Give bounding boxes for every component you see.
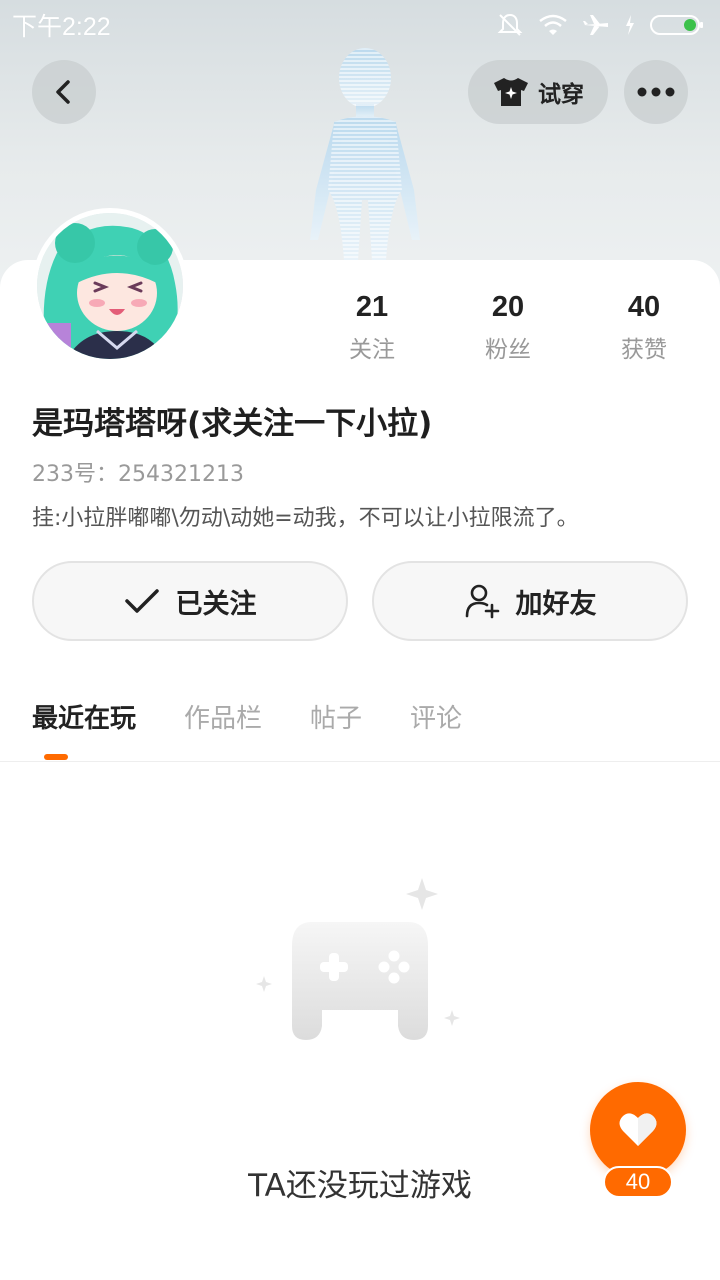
tshirt-sparkle-icon — [494, 78, 528, 106]
checkmark-icon — [124, 589, 159, 613]
profile-nickname: 是玛塔塔呀(求关注一下小拉) — [32, 406, 433, 442]
mute-icon — [497, 13, 523, 36]
avatar-image — [37, 213, 183, 359]
stat-likes-label: 获赞 — [621, 337, 667, 363]
heart-icon — [619, 1113, 657, 1146]
back-button[interactable] — [32, 60, 96, 124]
status-bar: 下午2:22 — [0, 0, 720, 50]
like-button[interactable] — [590, 1082, 686, 1178]
tabs-divider — [0, 761, 720, 762]
followed-label: 已关注 — [175, 588, 257, 620]
profile-tabs: 最近在玩 作品栏 帖子 评论 — [32, 698, 462, 755]
avatar[interactable] — [32, 208, 188, 364]
stat-likes[interactable]: 40 获赞 — [576, 290, 712, 364]
chevron-left-icon — [56, 80, 70, 104]
stat-following[interactable]: 21 关注 — [304, 290, 440, 364]
profile-stats: 21 关注 20 粉丝 40 获赞 — [304, 290, 712, 364]
try-on-button[interactable]: 试穿 — [468, 60, 608, 124]
charging-icon — [626, 15, 634, 35]
tab-comments[interactable]: 评论 — [410, 698, 462, 755]
stat-fans[interactable]: 20 粉丝 — [440, 290, 576, 364]
add-friend-button[interactable]: 加好友 — [372, 561, 688, 641]
profile-page: 下午2:22 试穿 21 关注 20 粉丝 40 获赞 是玛塔塔呀(求关注一下小… — [0, 0, 720, 1280]
tab-posts[interactable]: 帖子 — [310, 698, 362, 755]
status-icons — [496, 12, 704, 38]
avatar-3d-figure — [310, 48, 420, 260]
tab-recently-played[interactable]: 最近在玩 — [32, 698, 136, 755]
airplane-icon — [583, 15, 608, 35]
tab-works[interactable]: 作品栏 — [184, 698, 262, 755]
active-tab-indicator — [44, 754, 68, 760]
add-friend-label: 加好友 — [515, 588, 597, 620]
add-user-icon — [465, 584, 499, 619]
like-count-badge: 40 — [603, 1166, 673, 1198]
profile-bio: 挂:小拉胖嘟嘟\勿动\动她=动我，不可以让小拉限流了。 — [32, 506, 579, 531]
try-on-label: 试穿 — [538, 82, 584, 108]
status-time: 下午2:22 — [12, 13, 111, 41]
stat-fans-label: 粉丝 — [485, 337, 531, 363]
stat-following-label: 关注 — [349, 337, 395, 363]
stat-fans-value: 20 — [491, 291, 525, 323]
more-dots-icon — [637, 87, 675, 97]
stat-likes-value: 40 — [627, 291, 661, 323]
wifi-icon — [539, 14, 567, 35]
gamepad-icon — [256, 878, 460, 1040]
stat-following-value: 21 — [355, 291, 389, 323]
more-button[interactable] — [624, 60, 688, 124]
followed-button[interactable]: 已关注 — [32, 561, 348, 641]
profile-user-id: 233号：254321213 — [32, 462, 244, 487]
battery-icon — [650, 15, 703, 35]
